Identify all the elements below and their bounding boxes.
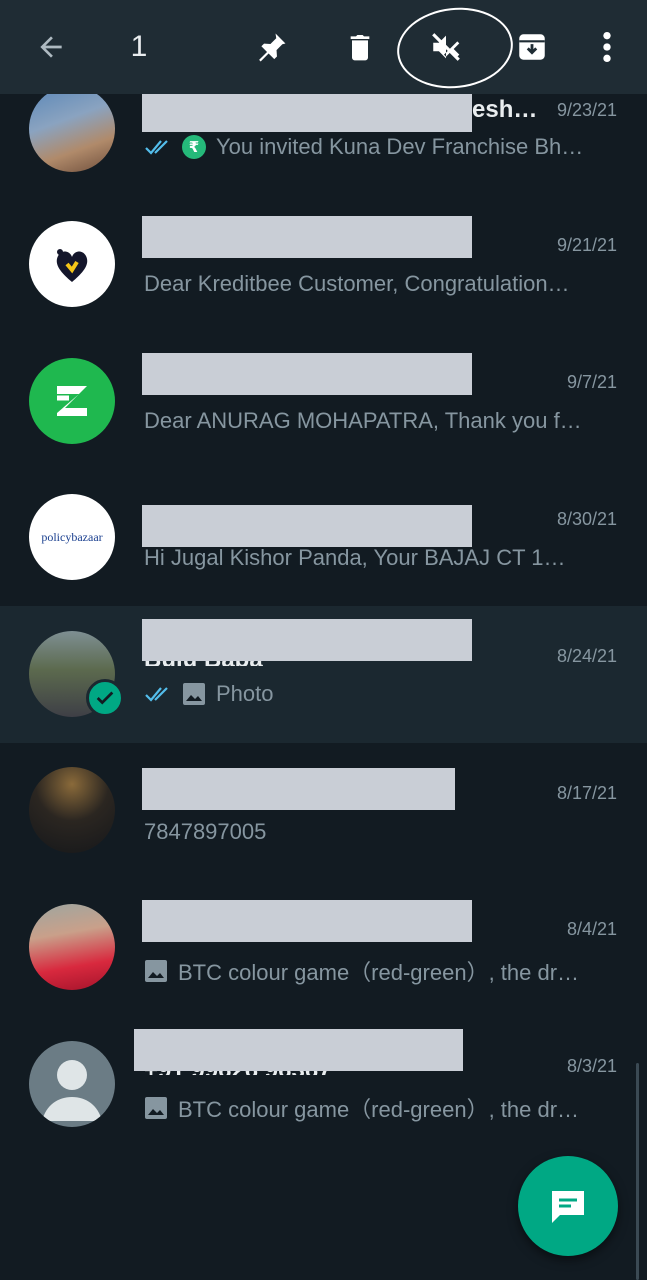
chat-row[interactable]: 9/21/21 Dear Kreditbee Customer, Congrat… <box>0 195 647 332</box>
selection-toolbar: 1 <box>0 0 647 94</box>
chat-date: 8/4/21 <box>566 919 617 939</box>
chat-preview: Dear Kreditbee Customer, Congratulation… <box>144 271 570 296</box>
double-check-icon <box>145 687 168 702</box>
new-chat-button[interactable] <box>518 1156 618 1256</box>
redacted-name <box>142 900 472 942</box>
chat-row[interactable]: 8/4/21 BTC colour game（red-green）, the d… <box>0 880 647 1017</box>
back-icon <box>40 36 62 58</box>
chat-row[interactable]: policybazaar 8/30/21 Hi Jugal Kishor Pan… <box>0 469 647 606</box>
mute-highlight-circle <box>393 2 517 94</box>
chat-date: 8/17/21 <box>556 783 617 803</box>
chat-date: 9/23/21 <box>556 100 617 120</box>
redacted-name <box>142 216 472 258</box>
archive-button[interactable] <box>512 0 552 94</box>
chat-preview: Photo <box>144 681 604 707</box>
chat-date: 8/30/21 <box>556 509 617 529</box>
redacted-name <box>142 768 455 810</box>
image-icon <box>145 960 167 982</box>
chat-preview: ₹ You invited Kuna Dev Franchise Bh… <box>144 134 604 160</box>
rupee-icon: ₹ <box>182 135 206 159</box>
selected-count: 1 <box>130 30 148 63</box>
more-options-button[interactable] <box>592 0 622 94</box>
contact-avatar <box>29 86 115 172</box>
chat-preview: Dear ANURAG MOHAPATRA, Thank you f… <box>144 408 582 433</box>
delete-button[interactable] <box>338 0 382 94</box>
default-avatar-icon <box>42 1060 102 1121</box>
contact-avatar <box>29 904 115 990</box>
chat-preview: Hi Jugal Kishor Panda, Your BAJAJ CT 1… <box>144 545 566 570</box>
chat-date: 8/3/21 <box>566 1056 617 1076</box>
double-check-icon <box>145 140 168 155</box>
chat-row[interactable]: 9/7/21 Dear ANURAG MOHAPATRA, Thank you … <box>0 332 647 469</box>
zestmoney-logo-icon <box>57 386 87 416</box>
chat-row-selected[interactable]: Bulu Baba 8/24/21 Photo <box>0 606 647 743</box>
delete-icon <box>350 35 370 61</box>
pin-button[interactable] <box>250 0 294 94</box>
kreditbee-logo-icon <box>56 249 88 282</box>
redacted-name <box>142 505 472 547</box>
chat-list-screen: 1 esh… 9/23/21 ₹ You invited Kuna Dev Fr… <box>0 0 647 1280</box>
new-chat-icon <box>552 1191 584 1223</box>
contact-avatar <box>29 358 115 444</box>
redacted-name <box>142 619 472 661</box>
archive-icon <box>519 34 545 60</box>
contact-avatar <box>29 1041 115 1127</box>
redacted-name <box>142 353 472 395</box>
scrollbar[interactable] <box>636 1063 639 1280</box>
more-icon <box>603 31 611 63</box>
chat-row[interactable]: +91 99626 96367 8/3/21 BTC colour game（r… <box>0 1017 647 1154</box>
back-button[interactable] <box>28 0 74 94</box>
chat-row[interactable]: 8/17/21 7847897005 <box>0 743 647 880</box>
chat-preview: BTC colour game（red-green）, the dr… <box>144 1092 604 1124</box>
chat-date: 9/7/21 <box>566 372 617 392</box>
selected-check-icon <box>86 679 124 717</box>
contact-avatar: policybazaar <box>29 494 115 580</box>
policybazaar-logo: policybazaar <box>41 529 103 544</box>
image-icon <box>145 1097 167 1119</box>
contact-name: esh… <box>472 96 538 123</box>
chat-date: 8/24/21 <box>556 646 617 666</box>
contact-avatar <box>29 767 115 853</box>
redacted-name <box>142 90 472 132</box>
chat-preview: BTC colour game（red-green）, the dr… <box>144 955 604 987</box>
contact-avatar <box>29 221 115 307</box>
redacted-name <box>134 1029 463 1071</box>
chat-date: 9/21/21 <box>556 235 617 255</box>
pin-icon <box>259 33 286 62</box>
image-icon <box>183 683 205 705</box>
chat-preview: 7847897005 <box>144 819 267 844</box>
